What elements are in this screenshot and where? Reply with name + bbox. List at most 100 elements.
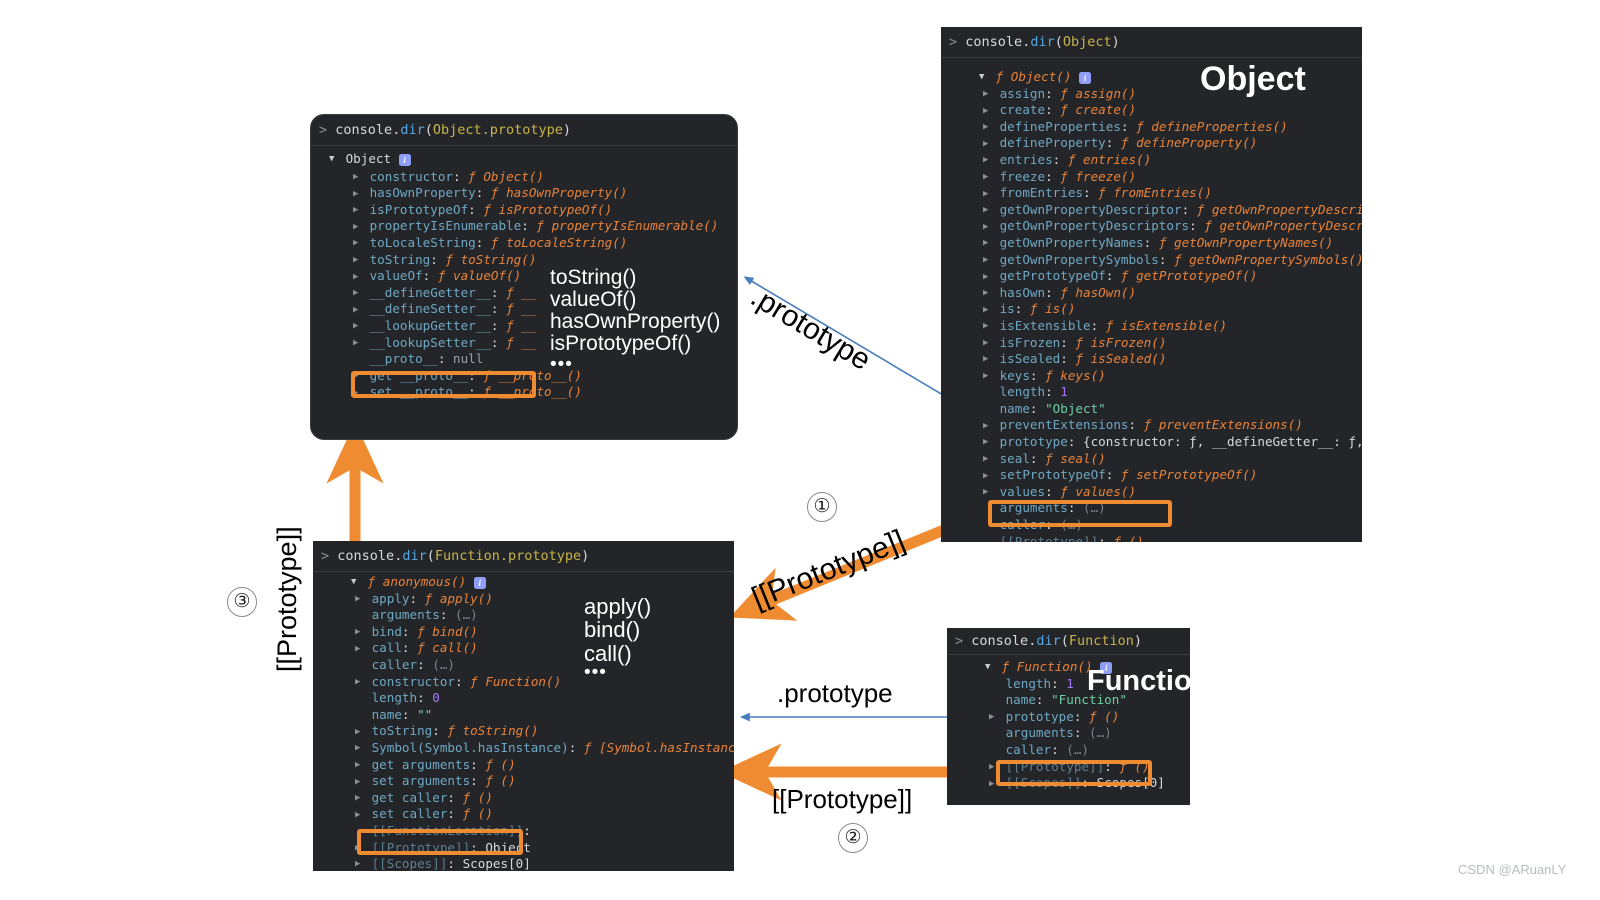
expand-triangle-icon[interactable]: ▶ (983, 169, 992, 185)
expand-triangle-icon[interactable]: ▶ (355, 807, 364, 823)
expand-triangle-icon[interactable]: ▶ (983, 368, 992, 384)
console-property-row[interactable]: [[FunctionLocation]]: (313, 823, 734, 840)
expand-triangle-icon[interactable]: ▶ (983, 451, 992, 467)
expand-triangle-icon[interactable]: ▶ (355, 591, 364, 607)
expand-triangle-icon[interactable]: ▶ (983, 252, 992, 268)
expand-triangle-icon[interactable]: ▶ (355, 674, 364, 690)
console-property-row[interactable]: ▶ freeze: ƒ freeze() (941, 169, 1362, 186)
console-property-row[interactable]: length: 1 (941, 384, 1362, 401)
console-property-row[interactable]: ▶ fromEntries: ƒ fromEntries() (941, 185, 1362, 202)
console-property-row[interactable]: ▶ propertyIsEnumerable: ƒ propertyIsEnum… (311, 218, 737, 235)
expand-triangle-icon[interactable]: ▶ (355, 641, 364, 657)
expand-triangle-icon[interactable]: ▶ (983, 103, 992, 119)
expand-triangle-icon[interactable]: ▶ (355, 790, 364, 806)
expand-triangle-icon[interactable]: ▶ (983, 418, 992, 434)
expand-triangle-icon[interactable]: ▶ (353, 269, 362, 285)
expand-triangle-icon[interactable]: ▶ (983, 302, 992, 318)
console-property-row[interactable]: arguments: (…) (313, 607, 734, 624)
expand-triangle-icon[interactable]: ▶ (355, 774, 364, 790)
function-prototype-panel[interactable]: > console.dir(Function.prototype) ▼ ƒ an… (313, 541, 734, 871)
console-property-row[interactable]: ▶ apply: ƒ apply() (313, 591, 734, 608)
console-property-row[interactable]: ▶ toString: ƒ toString() (313, 723, 734, 740)
console-property-row[interactable]: ▶ getOwnPropertyNames: ƒ getOwnPropertyN… (941, 235, 1362, 252)
object-prototype-root[interactable]: ▼ Object i (311, 151, 737, 169)
console-property-row[interactable]: ▶ bind: ƒ bind() (313, 624, 734, 641)
expand-triangle-icon[interactable]: ▶ (353, 235, 362, 251)
expand-triangle-icon[interactable]: ▶ (983, 136, 992, 152)
console-property-row[interactable]: ▶ isExtensible: ƒ isExtensible() (941, 318, 1362, 335)
expand-triangle-icon[interactable]: ▶ (353, 186, 362, 202)
console-property-row[interactable]: arguments: (…) (941, 500, 1362, 517)
object-panel[interactable]: > console.dir(Object) ▼ ƒ Object () i ▶ a… (941, 27, 1362, 542)
console-property-row[interactable]: ▶ toString: ƒ toString() (311, 252, 737, 269)
console-property-row[interactable]: arguments: (…) (947, 725, 1190, 742)
expand-triangle-icon[interactable]: ▶ (353, 219, 362, 235)
console-property-row[interactable]: name: "" (313, 707, 734, 724)
console-property-row[interactable]: ▶ get __proto__: ƒ __proto__() (311, 368, 737, 385)
expand-triangle-icon[interactable]: ▶ (353, 285, 362, 301)
console-property-row[interactable]: ▶ Symbol(Symbol.hasInstance): ƒ [Symbol.… (313, 740, 734, 757)
expand-triangle-icon[interactable]: ▶ (983, 318, 992, 334)
expand-triangle-icon[interactable]: ▶ (989, 709, 998, 725)
expand-triangle-icon[interactable]: ▶ (983, 468, 992, 484)
expand-triangle-icon[interactable]: ▶ (989, 776, 998, 792)
console-property-row[interactable]: [[Prototype]]: ƒ () (941, 534, 1362, 542)
expand-triangle-icon[interactable]: ▶ (353, 368, 362, 384)
console-property-row[interactable]: ▶ isFrozen: ƒ isFrozen() (941, 335, 1362, 352)
expand-triangle-icon[interactable]: ▶ (983, 119, 992, 135)
expand-triangle-icon[interactable]: ▶ (983, 484, 992, 500)
console-property-row[interactable]: length: 0 (313, 690, 734, 707)
function-panel[interactable]: > console.dir(Function) ▼ ƒ Function() i… (947, 628, 1190, 805)
console-property-row[interactable]: ▶ getPrototypeOf: ƒ getPrototypeOf() (941, 268, 1362, 285)
console-property-row[interactable]: ▶ [[Scopes]]: Scopes[0] (313, 856, 734, 871)
expand-triangle-icon[interactable]: ▶ (353, 385, 362, 401)
expand-triangle-icon[interactable]: ▶ (983, 351, 992, 367)
console-property-row[interactable]: ▶ preventExtensions: ƒ preventExtensions… (941, 417, 1362, 434)
console-property-row[interactable]: ▶ isPrototypeOf: ƒ isPrototypeOf() (311, 202, 737, 219)
console-property-row[interactable]: ▶ get caller: ƒ () (313, 790, 734, 807)
console-property-row[interactable]: ▶ defineProperties: ƒ defineProperties() (941, 119, 1362, 136)
console-property-row[interactable]: ▶ hasOwn: ƒ hasOwn() (941, 285, 1362, 302)
console-property-row[interactable]: ▶ constructor: ƒ Function() (313, 674, 734, 691)
expand-triangle-icon[interactable]: ▶ (355, 856, 364, 871)
console-property-row[interactable]: ▶ isSealed: ƒ isSealed() (941, 351, 1362, 368)
console-property-row[interactable]: ▶ create: ƒ create() (941, 102, 1362, 119)
console-property-row[interactable]: ▶ defineProperty: ƒ defineProperty() (941, 135, 1362, 152)
console-property-row[interactable]: ▶ __defineGetter__: ƒ __ (311, 285, 737, 302)
expand-triangle-icon[interactable]: ▼ (351, 574, 360, 590)
console-property-row[interactable]: ▶ is: ƒ is() (941, 301, 1362, 318)
expand-triangle-icon[interactable]: ▼ (985, 659, 994, 675)
console-property-row[interactable]: ▶ keys: ƒ keys() (941, 368, 1362, 385)
console-property-row[interactable]: ▶ set arguments: ƒ () (313, 773, 734, 790)
console-property-row[interactable]: ▶ values: ƒ values() (941, 484, 1362, 501)
expand-triangle-icon[interactable]: ▶ (983, 335, 992, 351)
console-property-row[interactable]: ▶ getOwnPropertySymbols: ƒ getOwnPropert… (941, 252, 1362, 269)
expand-triangle-icon[interactable]: ▶ (983, 86, 992, 102)
expand-triangle-icon[interactable]: ▶ (353, 318, 362, 334)
console-property-row[interactable]: ▶ get arguments: ƒ () (313, 757, 734, 774)
console-property-row[interactable]: ▶ valueOf: ƒ valueOf() (311, 268, 737, 285)
function-prototype-root[interactable]: ▼ ƒ anonymous() i (313, 574, 734, 591)
console-property-row[interactable]: name: "Object" (941, 401, 1362, 418)
info-icon[interactable]: i (398, 153, 411, 166)
console-property-row[interactable]: ▶ [[Prototype]]: ƒ () (947, 759, 1190, 776)
console-property-row[interactable]: ▶ constructor: ƒ Object() (311, 169, 737, 186)
expand-triangle-icon[interactable]: ▶ (983, 219, 992, 235)
expand-triangle-icon[interactable]: ▶ (353, 169, 362, 185)
expand-triangle-icon[interactable]: ▼ (979, 69, 988, 85)
console-property-row[interactable]: ▶ toLocaleString: ƒ toLocaleString() (311, 235, 737, 252)
console-property-row[interactable]: ▶ setPrototypeOf: ƒ setPrototypeOf() (941, 467, 1362, 484)
info-icon[interactable]: i (473, 576, 486, 589)
console-property-row[interactable]: ▶ [[Prototype]]: Object (313, 840, 734, 857)
expand-triangle-icon[interactable]: ▶ (355, 757, 364, 773)
console-property-row[interactable]: ▶ entries: ƒ entries() (941, 152, 1362, 169)
console-property-row[interactable]: ▶ [[Scopes]]: Scopes[0] (947, 775, 1190, 792)
expand-triangle-icon[interactable]: ▶ (989, 759, 998, 775)
expand-triangle-icon[interactable]: ▶ (353, 202, 362, 218)
console-property-row[interactable]: ▶ set __proto__: ƒ __proto__() (311, 384, 737, 401)
expand-triangle-icon[interactable]: ▶ (353, 302, 362, 318)
console-property-row[interactable]: ▶ call: ƒ call() (313, 640, 734, 657)
console-property-row[interactable]: ▶ set caller: ƒ () (313, 806, 734, 823)
expand-triangle-icon[interactable]: ▶ (355, 840, 364, 856)
console-property-row[interactable]: ▶ seal: ƒ seal() (941, 451, 1362, 468)
